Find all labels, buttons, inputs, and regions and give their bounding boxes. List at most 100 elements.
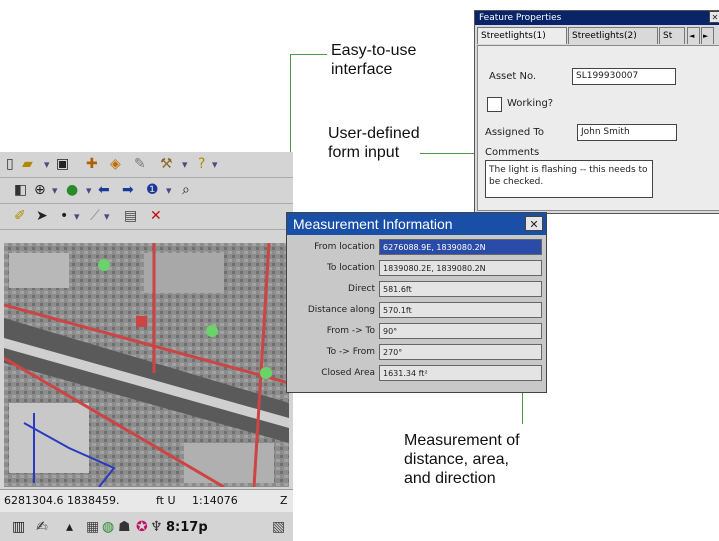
new-icon[interactable]: ▯ (6, 156, 14, 172)
assigned-field[interactable]: John Smith (577, 124, 677, 141)
chevron-down-icon[interactable]: ▾ (74, 209, 80, 225)
chevron-down-icon[interactable]: ▾ (52, 183, 58, 199)
toolbar-row-2: ◧ ⊕ ▾ ● ▾ ⬅ ➡ ❶ ▾ ⌕ (0, 178, 293, 204)
properties-icon[interactable]: ▤ (124, 208, 137, 224)
measurement-value[interactable]: 90° (379, 323, 542, 339)
chevron-down-icon[interactable]: ▾ (182, 157, 188, 173)
working-label: Working? (507, 98, 554, 109)
measurement-value[interactable]: 6276088.9E, 1839080.2N (379, 239, 542, 255)
asset-field[interactable]: SL199930007 (572, 68, 676, 85)
chevron-down-icon[interactable]: ▾ (104, 209, 110, 225)
measurement-value[interactable]: 570.1ft (379, 302, 542, 318)
dot-icon[interactable]: • (60, 208, 68, 224)
desktop-icon[interactable]: ▧ (272, 519, 285, 535)
callout-easy-to-use: Easy-to-use interface (331, 42, 417, 78)
toolbar-row-3: ✐ ➤ • ▾ ⟋ ▾ ▤ ✕ (0, 204, 293, 230)
find-icon[interactable]: ⌕ (182, 182, 190, 198)
units-readout: ft U (156, 494, 176, 507)
measurement-label: Distance along (307, 305, 375, 315)
chevron-down-icon[interactable]: ▾ (166, 183, 172, 199)
tab-strip: Streetlights(1) Streetlights(2) St ◄ ► (477, 27, 719, 45)
measurement-value[interactable]: 1631.34 ft² (379, 365, 542, 381)
measurement-label: From -> To (326, 326, 375, 336)
alert-icon[interactable]: ✪ (136, 519, 148, 535)
select-icon[interactable]: ➤ (36, 208, 48, 224)
measurement-value[interactable]: 1839080.2E, 1839080.2N (379, 260, 542, 276)
edit-icon[interactable]: ✐ (14, 208, 26, 224)
start-icon[interactable]: ▥ (12, 519, 25, 535)
measurement-label: From location (314, 242, 375, 252)
input-panel-icon[interactable]: ✍ (36, 519, 48, 535)
measurement-row-from-location: From location 6276088.9E, 1839080.2N (289, 237, 544, 257)
measurement-row-direct: Direct 581.6ft (289, 279, 544, 299)
assigned-label: Assigned To (485, 127, 544, 138)
status-bar: 6281304.6 1838459. ft U 1:14076 Z (0, 489, 293, 512)
close-icon[interactable]: ✕ (525, 216, 543, 231)
measurement-row-from-to: From -> To 90° (289, 321, 544, 341)
tab-scroll-left-icon[interactable]: ◄ (687, 27, 700, 44)
aerial-map (4, 243, 289, 487)
measurement-dialog: Measurement Information ✕ From location … (286, 212, 547, 393)
measurement-row-to-location: To location 1839080.2E, 1839080.2N (289, 258, 544, 278)
network-icon[interactable]: ☗ (118, 519, 131, 535)
globe-icon[interactable]: ● (66, 182, 78, 198)
delete-icon[interactable]: ✕ (150, 208, 162, 224)
measurement-row-distance-along: Distance along 570.1ft (289, 300, 544, 320)
z-readout: Z (280, 494, 288, 507)
callout-leader-line (420, 153, 475, 154)
measurement-value[interactable]: 270° (379, 344, 542, 360)
working-checkbox[interactable] (487, 97, 502, 112)
forward-icon[interactable]: ➡ (122, 182, 134, 198)
feature-properties-dialog: Feature Properties ✕ Streetlights(1) Str… (474, 10, 719, 214)
add-data-icon[interactable]: ✚ (86, 156, 98, 172)
zoom-icon[interactable]: ⊕ (34, 182, 46, 198)
callout-leader-line (290, 54, 291, 154)
volume-icon[interactable]: ♆ (150, 519, 163, 535)
measurement-label: To -> From (326, 347, 375, 357)
save-icon[interactable]: ▣ (56, 156, 69, 172)
identify-icon[interactable]: ✎ (134, 156, 146, 172)
chevron-up-icon[interactable]: ▴ (66, 519, 73, 535)
tab-streetlights-2[interactable]: Streetlights(2) (568, 27, 658, 44)
chevron-down-icon[interactable]: ▾ (86, 183, 92, 199)
comments-label: Comments (485, 147, 540, 158)
tab-streetlights-1[interactable]: Streetlights(1) (477, 27, 567, 44)
help-icon[interactable]: ? (198, 156, 205, 172)
measurement-title: Measurement Information (287, 213, 546, 235)
chevron-down-icon[interactable]: ▾ (44, 157, 50, 173)
measurement-row-closed-area: Closed Area 1631.34 ft² (289, 363, 544, 383)
scale-readout: 1:14076 (192, 494, 238, 507)
sketch-icon[interactable]: ⟋ (90, 208, 100, 224)
tab-streetlights-3[interactable]: St (659, 27, 685, 44)
map-view[interactable] (4, 243, 289, 487)
measurement-value[interactable]: 581.6ft (379, 281, 542, 297)
measurement-label: Direct (348, 284, 375, 294)
connectivity-icon[interactable]: ▦ (86, 519, 99, 535)
comments-field[interactable]: The light is flashing -- this needs to b… (485, 160, 653, 198)
callout-form-input: User-defined form input (328, 125, 420, 161)
callout-leader-line (290, 54, 327, 55)
pan-icon[interactable]: ◧ (14, 182, 27, 198)
tools-icon[interactable]: ⚒ (160, 156, 173, 172)
coords-readout: 6281304.6 1838459. (4, 494, 120, 507)
measurement-row-to-from: To -> From 270° (289, 342, 544, 362)
tab-scroll-right-icon[interactable]: ► (701, 27, 714, 44)
taskbar: ▥ ✍ ▴ ▦ ◍ ☗ ✪ ♆ 8:17p ▧ (0, 513, 293, 541)
tab-page: Asset No. SL199930007 Working? Assigned … (477, 45, 719, 211)
back-icon[interactable]: ⬅ (98, 182, 110, 198)
device-screen: ▯ ▰ ▾ ▣ ✚ ◈ ✎ ⚒ ▾ ? ▾ ◧ ⊕ ▾ ● ▾ ⬅ ➡ ❶ ▾ … (0, 152, 293, 541)
info-icon[interactable]: ❶ (146, 182, 159, 198)
callout-leader-line (522, 392, 523, 424)
measurement-label: Closed Area (321, 368, 375, 378)
open-icon[interactable]: ▰ (22, 156, 33, 172)
measurement-label: To location (326, 263, 375, 273)
asset-label: Asset No. (489, 71, 537, 82)
close-icon[interactable]: ✕ (709, 11, 719, 23)
chevron-down-icon[interactable]: ▾ (212, 157, 218, 173)
sync-icon[interactable]: ◍ (102, 519, 114, 535)
toolbar-row-1: ▯ ▰ ▾ ▣ ✚ ◈ ✎ ⚒ ▾ ? ▾ (0, 152, 293, 178)
clock[interactable]: 8:17p (166, 520, 208, 535)
feature-properties-title: Feature Properties (475, 11, 719, 25)
callout-measurement: Measurement of distance, area, and direc… (404, 432, 520, 487)
layers-icon[interactable]: ◈ (110, 156, 121, 172)
